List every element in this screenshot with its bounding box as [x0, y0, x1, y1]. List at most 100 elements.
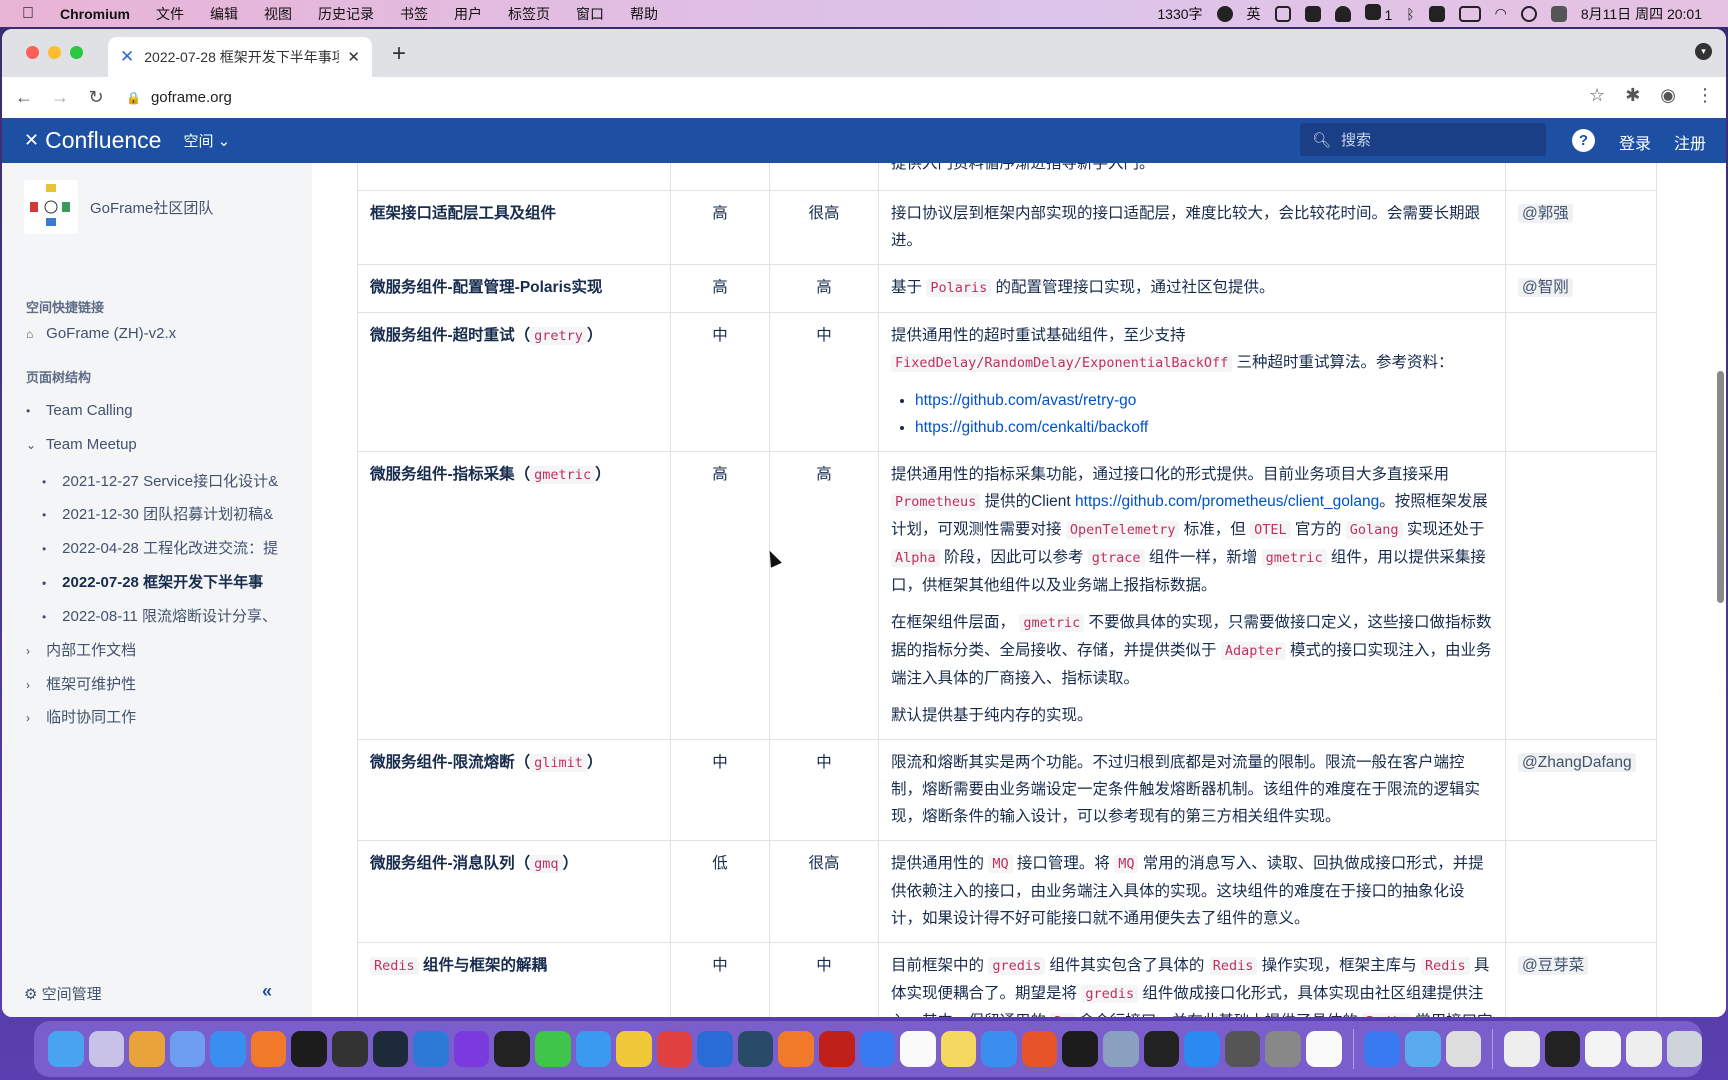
battery-icon[interactable] — [1458, 5, 1481, 22]
menu-help[interactable]: 帮助 — [630, 4, 658, 24]
bluetooth-icon[interactable]: ᛒ — [1406, 6, 1414, 22]
reference-link[interactable]: https://github.com/avast/retry-go — [915, 392, 1136, 409]
dock-chrome-icon[interactable] — [129, 1031, 165, 1067]
extensions-icon[interactable]: ✱ — [1625, 85, 1640, 106]
im-icon[interactable] — [1274, 5, 1291, 22]
clock[interactable]: 8月11日 周四 20:01 — [1581, 4, 1702, 24]
tree-item[interactable]: • Team Calling — [26, 402, 288, 419]
dock-preview-icon[interactable] — [1445, 1031, 1482, 1067]
dock-chromium-icon[interactable] — [169, 1031, 206, 1067]
confluence-logo[interactable]: ✕ Confluence — [24, 127, 161, 154]
space-logo[interactable] — [24, 180, 78, 234]
user-mention[interactable]: @豆芽菜 — [1518, 956, 1589, 975]
minimize-window-button[interactable] — [48, 46, 61, 59]
profile-icon[interactable]: ◉ — [1660, 85, 1676, 106]
wechat-status[interactable]: 1 — [1364, 4, 1392, 23]
tree-item[interactable]: • 2021-12-27 Service接口化设计& — [42, 470, 304, 491]
menu-edit[interactable]: 编辑 — [210, 4, 238, 24]
dock-system-preferences-icon[interactable] — [1265, 1031, 1301, 1067]
menu-window[interactable]: 窗口 — [576, 4, 604, 24]
tree-item[interactable]: › 内部工作文档 — [26, 639, 288, 660]
tree-item[interactable]: • 2022-04-28 工程化改进交流：‍提 — [42, 537, 304, 558]
dock-calculator-icon[interactable] — [1224, 1031, 1261, 1067]
dock-weterm-icon[interactable] — [372, 1031, 409, 1067]
sogou-icon[interactable] — [1428, 5, 1445, 22]
maximize-window-button[interactable] — [70, 46, 83, 59]
reload-button[interactable]: ↻ — [78, 87, 114, 108]
collapse-sidebar-button[interactable]: « — [262, 981, 272, 1002]
tab-active[interactable]: ✕ 2022-07-28 框架开发下半年事项 ✕ — [108, 37, 372, 77]
dock-window-thumb-2-icon[interactable] — [1544, 1031, 1581, 1067]
dock-contacts-icon[interactable] — [981, 1031, 1017, 1067]
bookmark-star-icon[interactable]: ☆ — [1589, 85, 1605, 106]
qq-icon[interactable] — [1334, 5, 1351, 22]
chevron-right-icon[interactable]: › — [26, 678, 42, 692]
close-window-button[interactable] — [26, 46, 39, 59]
new-tab-button[interactable]: + — [392, 40, 406, 68]
menu-tabs[interactable]: 标签页 — [508, 4, 550, 24]
dock-xmind-icon[interactable] — [1021, 1031, 1058, 1067]
wifi-icon[interactable]: ◠ — [1495, 5, 1507, 22]
dock-reminders-icon[interactable] — [900, 1031, 936, 1067]
dock-obs-icon[interactable] — [1143, 1031, 1180, 1067]
address-bar[interactable]: 🔒 goframe.org — [126, 81, 1416, 114]
dock-app-blue-icon[interactable] — [859, 1031, 896, 1067]
dock-qq-icon[interactable] — [494, 1031, 530, 1067]
dock-goland-icon[interactable] — [453, 1031, 490, 1067]
dock-filezilla-icon[interactable] — [818, 1031, 855, 1067]
menu-file[interactable]: 文件 — [156, 4, 184, 24]
dock-app-g-icon[interactable] — [656, 1031, 693, 1067]
space-name[interactable]: GoFrame社区团队 — [90, 197, 213, 218]
dock-safari-icon[interactable] — [210, 1031, 246, 1067]
dock-wechat-icon[interactable] — [534, 1031, 571, 1067]
tree-item[interactable]: › 框架可维护性 — [26, 673, 288, 694]
word-count[interactable]: 1330字 — [1157, 4, 1202, 24]
space-settings-link[interactable]: ⚙ 空间管理 — [24, 983, 102, 1004]
dock-outlook-icon[interactable] — [697, 1031, 733, 1067]
dock-firefox-icon[interactable] — [250, 1031, 287, 1067]
dock-app-bubble-icon[interactable] — [1405, 1031, 1441, 1067]
user-mention[interactable]: @郭强 — [1518, 204, 1573, 223]
smiley-icon[interactable] — [1216, 5, 1233, 22]
dock-notes-icon[interactable] — [940, 1031, 977, 1067]
dock-window-thumb-4-icon[interactable] — [1625, 1031, 1662, 1067]
dock-music-icon[interactable] — [616, 1031, 652, 1067]
dock-vscode-icon[interactable] — [413, 1031, 449, 1067]
tab-search-icon[interactable]: ▾ — [1695, 43, 1712, 60]
browser-menu-icon[interactable]: ⋮ — [1696, 85, 1714, 106]
user-mention[interactable]: @智刚 — [1518, 278, 1573, 297]
dock-app-shield-icon[interactable] — [1364, 1031, 1401, 1067]
dock-pencil-icon[interactable] — [778, 1031, 814, 1067]
chevron-right-icon[interactable]: › — [26, 644, 42, 658]
spaces-menu[interactable]: 空间 ⌄ — [183, 130, 230, 151]
tree-item[interactable]: › 临时协同工作 — [26, 706, 288, 727]
tree-item[interactable]: ⌄ Team Meetup — [26, 436, 288, 453]
tree-item[interactable]: • 2021-12-30 团队招募计划初稿& — [42, 503, 304, 524]
control-center-icon[interactable] — [1550, 5, 1567, 22]
dock-launchpad-icon[interactable] — [88, 1031, 125, 1067]
chevron-down-icon[interactable]: ⌄ — [26, 438, 42, 452]
dock-calendar-icon[interactable] — [1305, 1031, 1342, 1067]
reference-link[interactable]: https://github.com/cenkalti/backoff — [915, 419, 1148, 436]
app-menu[interactable]: Chromium — [60, 6, 130, 22]
menu-bookmarks[interactable]: 书签 — [400, 4, 428, 24]
apple-menu-icon[interactable]:  — [22, 5, 34, 23]
search-input[interactable]: 🔍︎ 搜索 — [1300, 123, 1546, 156]
help-icon[interactable]: ? — [1572, 129, 1595, 152]
shortcut-goframe[interactable]: ⌂ GoFrame (ZH)-v2.x — [26, 325, 288, 342]
shield-icon[interactable] — [1304, 5, 1321, 22]
chevron-right-icon[interactable]: › — [26, 711, 42, 725]
lock-icon[interactable]: 🔒 — [126, 91, 141, 105]
dock-window-thumb-3-icon[interactable] — [1585, 1031, 1621, 1067]
input-method[interactable]: 英 — [1247, 4, 1261, 24]
dock-app-store-icon[interactable] — [1184, 1031, 1220, 1067]
back-button[interactable]: ← — [6, 87, 42, 108]
dock-mysql-workbench-icon[interactable] — [737, 1031, 774, 1067]
menu-history[interactable]: 历史记录 — [318, 4, 374, 24]
dock-activity-monitor-icon[interactable] — [1062, 1031, 1099, 1067]
menu-profiles[interactable]: 用户 — [454, 4, 482, 24]
dock-terminal-icon[interactable] — [291, 1031, 328, 1067]
dock-iterm-icon[interactable] — [332, 1031, 368, 1067]
login-link[interactable]: 登录 — [1619, 130, 1651, 154]
dock-trash-icon[interactable] — [1666, 1031, 1703, 1067]
